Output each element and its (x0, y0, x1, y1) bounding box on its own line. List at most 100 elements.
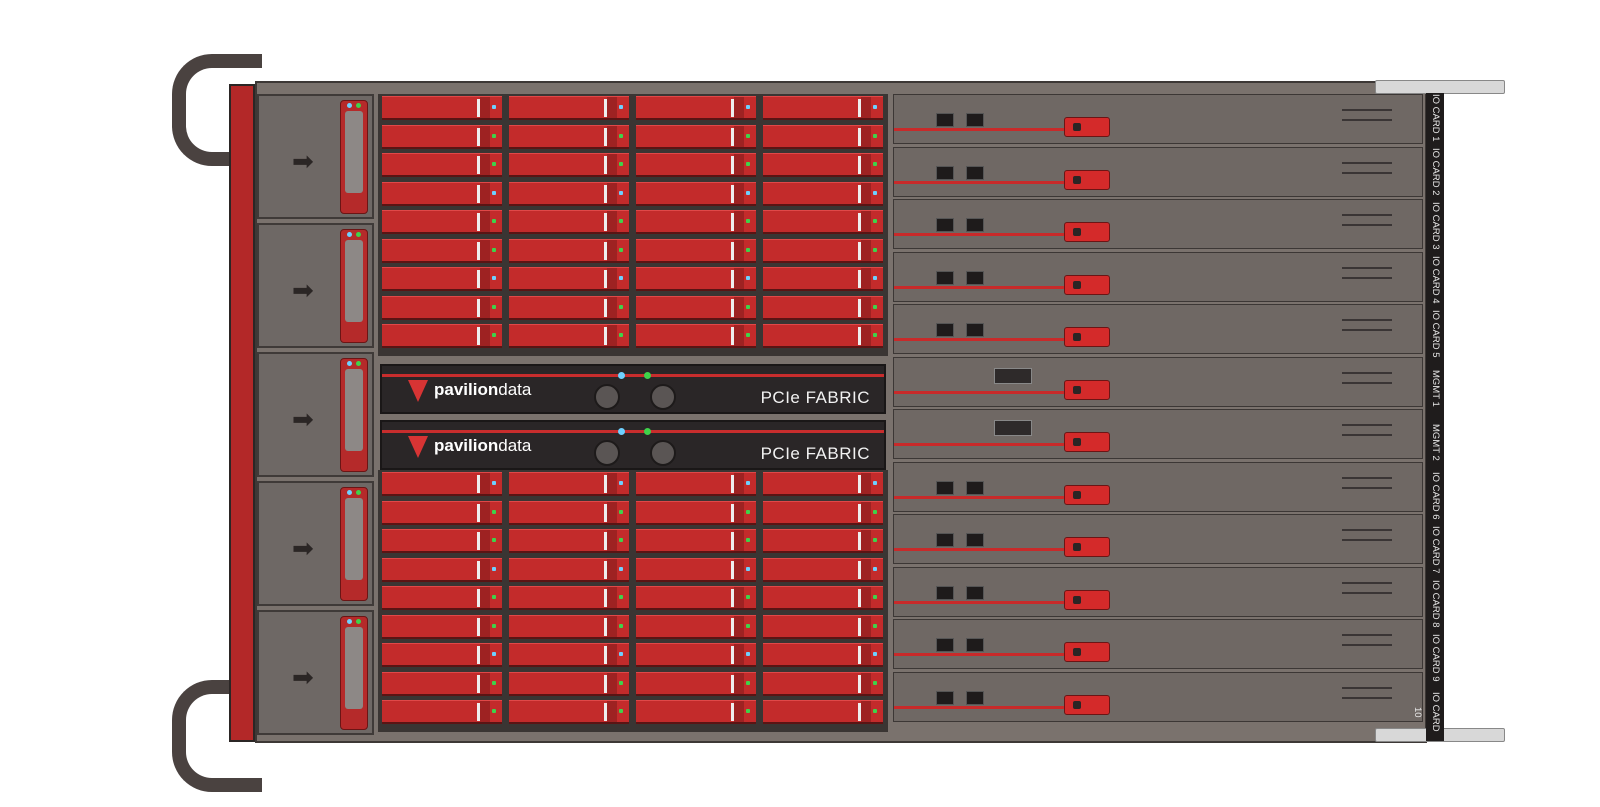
nvme-drive[interactable] (382, 324, 502, 348)
drive-latch[interactable] (607, 473, 617, 494)
io-card[interactable] (893, 619, 1423, 669)
nvme-drive[interactable] (636, 700, 756, 724)
nvme-drive[interactable] (509, 557, 629, 582)
nvme-drive[interactable] (509, 500, 629, 525)
nvme-drive[interactable] (509, 643, 629, 667)
card-eject-lever[interactable] (1064, 589, 1110, 610)
thumbscrew-icon[interactable] (650, 384, 676, 410)
nvme-drive[interactable] (636, 96, 756, 120)
nvme-drive[interactable] (636, 324, 756, 348)
power-supply-module[interactable]: ➡ (257, 610, 374, 735)
nvme-drive[interactable] (763, 643, 883, 667)
io-card[interactable] (893, 671, 1423, 722)
drive-latch[interactable] (734, 239, 744, 261)
ethernet-port[interactable] (966, 585, 984, 600)
nvme-drive[interactable] (509, 614, 629, 639)
nvme-drive[interactable] (763, 614, 883, 639)
nvme-drive[interactable] (636, 643, 756, 667)
psu-latch[interactable] (340, 616, 368, 730)
nvme-drive[interactable] (509, 295, 629, 320)
nvme-drive[interactable] (509, 700, 629, 724)
card-eject-lever[interactable] (1064, 642, 1110, 662)
nvme-drive[interactable] (382, 238, 502, 263)
nvme-drive[interactable] (763, 210, 883, 234)
nvme-drive[interactable] (382, 700, 502, 724)
nvme-drive[interactable] (636, 153, 756, 177)
nvme-drive[interactable] (509, 472, 629, 496)
nvme-drive[interactable] (763, 124, 883, 149)
nvme-drive[interactable] (636, 295, 756, 320)
drive-latch[interactable] (607, 325, 617, 346)
card-eject-lever[interactable] (1064, 432, 1110, 452)
io-card[interactable] (893, 199, 1423, 249)
psu-latch[interactable] (340, 358, 368, 472)
drive-latch[interactable] (480, 268, 490, 289)
pcie-fabric-module-2[interactable]: paviliondata PCIe FABRIC (380, 420, 886, 470)
drive-latch[interactable] (480, 530, 490, 551)
drive-latch[interactable] (861, 473, 871, 494)
drive-latch[interactable] (734, 182, 744, 204)
drive-latch[interactable] (734, 154, 744, 175)
drive-latch[interactable] (734, 473, 744, 494)
drive-latch[interactable] (861, 296, 871, 318)
nvme-drive[interactable] (382, 295, 502, 320)
io-card[interactable] (893, 304, 1423, 354)
drive-latch[interactable] (861, 530, 871, 551)
drive-latch[interactable] (480, 587, 490, 608)
drive-latch[interactable] (734, 644, 744, 665)
drive-latch[interactable] (734, 530, 744, 551)
power-supply-module[interactable]: ➡ (257, 223, 374, 348)
power-supply-module[interactable]: ➡ (257, 481, 374, 606)
nvme-drive[interactable] (636, 238, 756, 263)
nvme-drive[interactable] (636, 124, 756, 149)
card-eject-lever[interactable] (1064, 537, 1110, 557)
ethernet-port[interactable] (936, 270, 954, 285)
io-card[interactable] (893, 251, 1423, 302)
nvme-drive[interactable] (509, 267, 629, 291)
drive-latch[interactable] (861, 644, 871, 665)
drive-latch[interactable] (480, 558, 490, 580)
nvme-drive[interactable] (763, 238, 883, 263)
nvme-drive[interactable] (382, 472, 502, 496)
card-eject-lever[interactable] (1064, 169, 1110, 190)
drive-latch[interactable] (734, 501, 744, 523)
drive-latch[interactable] (607, 182, 617, 204)
psu-latch[interactable] (340, 229, 368, 343)
drive-latch[interactable] (861, 182, 871, 204)
drive-latch[interactable] (607, 558, 617, 580)
ethernet-port[interactable] (966, 638, 984, 652)
nvme-drive[interactable] (636, 586, 756, 610)
nvme-drive[interactable] (763, 295, 883, 320)
drive-latch[interactable] (607, 125, 617, 147)
card-eject-lever[interactable] (1064, 274, 1110, 295)
drive-latch[interactable] (607, 501, 617, 523)
pcie-fabric-module-1[interactable]: paviliondata PCIe FABRIC (380, 364, 886, 414)
nvme-drive[interactable] (636, 529, 756, 553)
management-card[interactable] (893, 409, 1423, 459)
drive-latch[interactable] (480, 501, 490, 523)
ethernet-port[interactable] (966, 533, 984, 547)
drive-latch[interactable] (480, 182, 490, 204)
card-eject-lever[interactable] (1064, 222, 1110, 242)
nvme-drive[interactable] (509, 96, 629, 120)
drive-latch[interactable] (480, 97, 490, 118)
nvme-drive[interactable] (763, 96, 883, 120)
ethernet-port[interactable] (936, 533, 954, 547)
io-card[interactable] (893, 514, 1423, 564)
nvme-drive[interactable] (763, 700, 883, 724)
io-card[interactable] (893, 566, 1423, 617)
card-eject-lever[interactable] (1064, 117, 1110, 137)
drive-latch[interactable] (861, 501, 871, 523)
nvme-drive[interactable] (509, 238, 629, 263)
nvme-drive[interactable] (382, 153, 502, 177)
drive-latch[interactable] (734, 268, 744, 289)
nvme-drive[interactable] (509, 529, 629, 553)
nvme-drive[interactable] (636, 181, 756, 206)
drive-latch[interactable] (861, 268, 871, 289)
ethernet-port[interactable] (966, 690, 984, 705)
drive-latch[interactable] (480, 239, 490, 261)
nvme-drive[interactable] (509, 586, 629, 610)
nvme-drive[interactable] (509, 153, 629, 177)
drive-latch[interactable] (607, 615, 617, 637)
psu-latch[interactable] (340, 100, 368, 214)
